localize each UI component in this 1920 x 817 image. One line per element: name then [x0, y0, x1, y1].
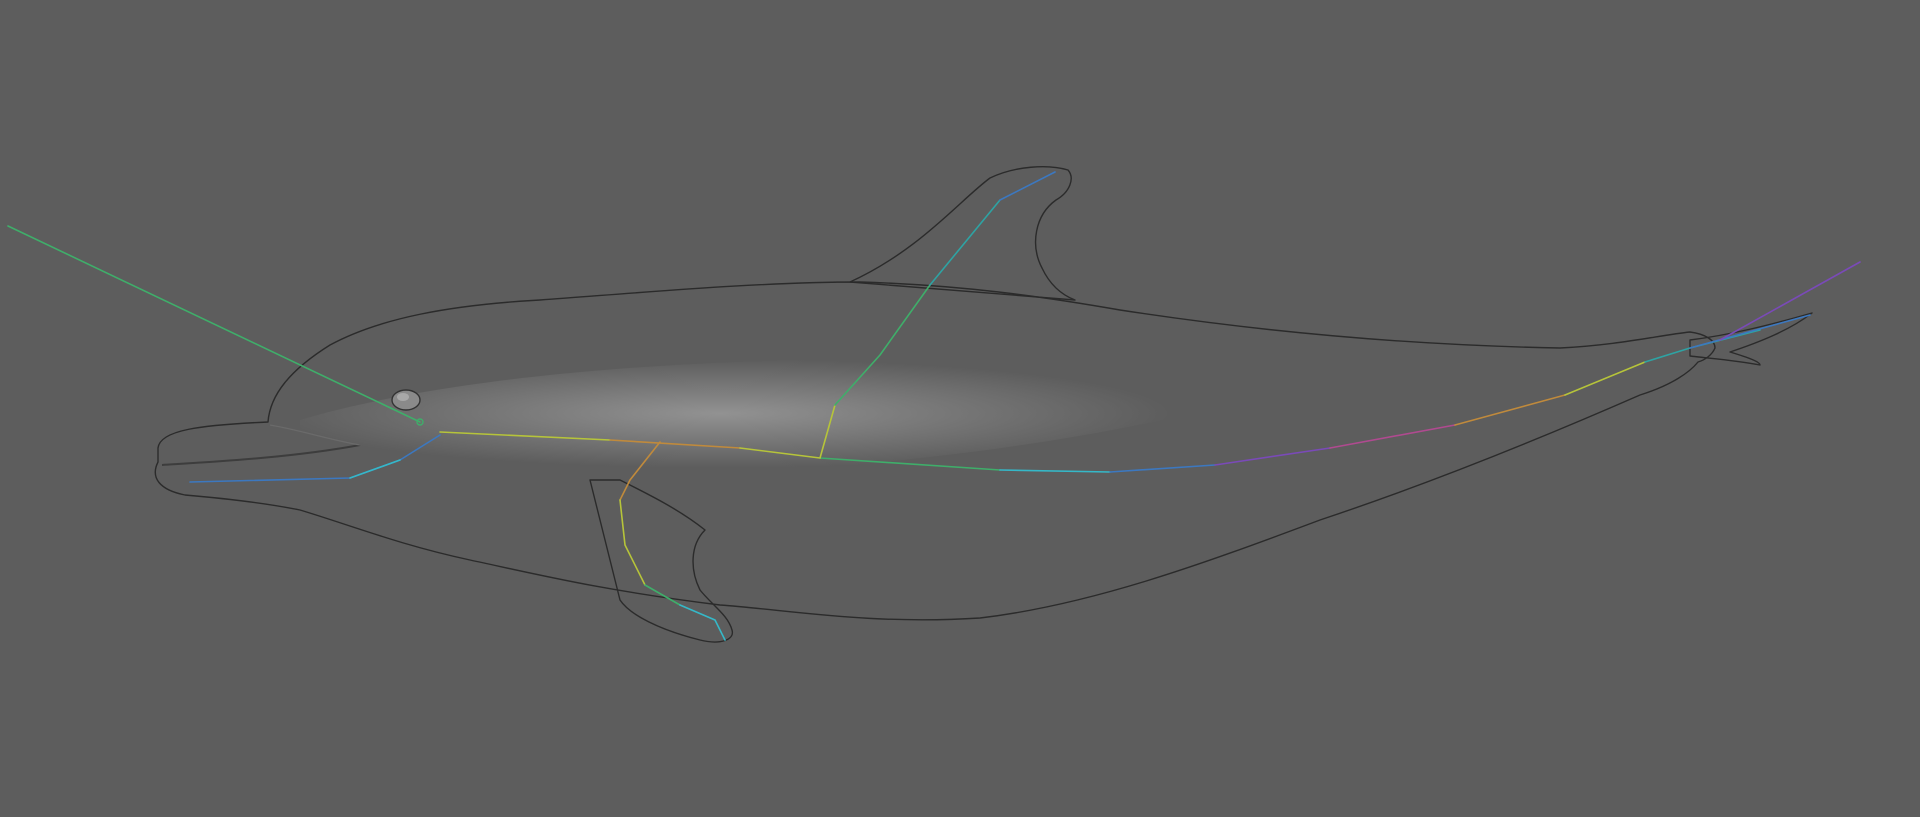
pectoral-mid-bone[interactable] — [619, 499, 646, 586]
tail-aim-bone[interactable] — [1719, 261, 1861, 341]
dorsal-tip-bone[interactable] — [999, 171, 1056, 201]
eye-highlight — [397, 393, 409, 401]
dorsal-fin[interactable] — [849, 166, 1076, 301]
body-sheen — [300, 359, 1300, 480]
spine-bone-9[interactable] — [1454, 394, 1566, 426]
head-aim-bone[interactable] — [7, 225, 421, 423]
3d-viewport[interactable] — [0, 0, 1920, 817]
fluke-bone[interactable] — [1689, 314, 1811, 349]
spine-bone-7[interactable] — [1214, 447, 1331, 466]
dolphin-scene[interactable] — [0, 0, 1920, 817]
spine-bone-8[interactable] — [1329, 424, 1456, 449]
spine-bone-10[interactable] — [1564, 361, 1646, 396]
dorsal-upper-bone[interactable] — [929, 199, 1001, 286]
spine-bone-6[interactable] — [1109, 464, 1216, 473]
spine-bone-5[interactable] — [999, 469, 1111, 473]
